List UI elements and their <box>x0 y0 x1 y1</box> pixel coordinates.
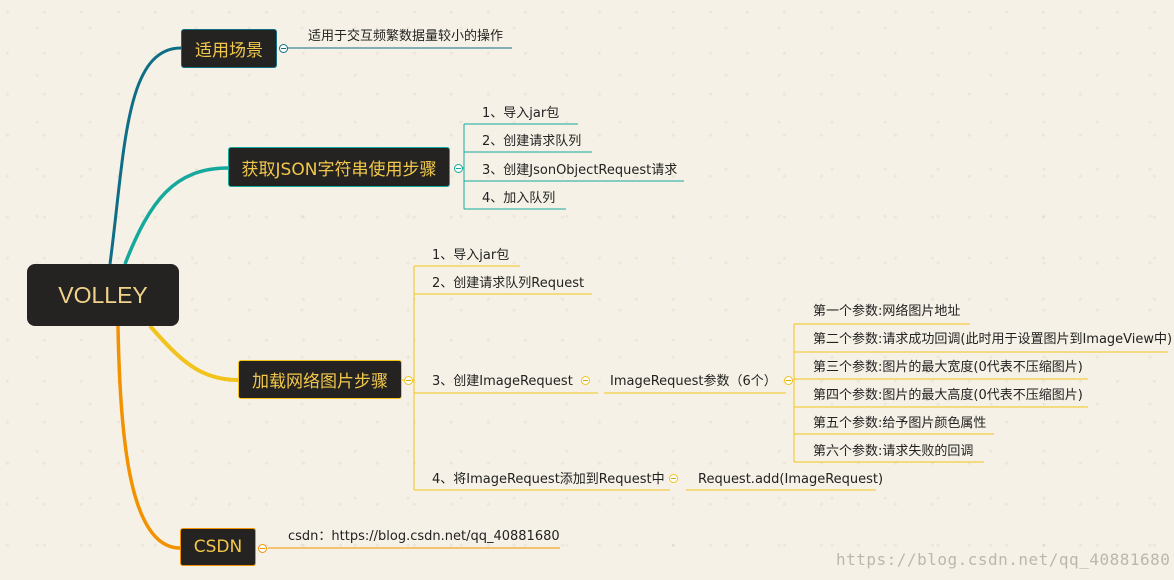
csdn-child-text[interactable]: csdn：https://blog.csdn.net/qq_40881680 <box>288 529 560 545</box>
image-add-call[interactable]: Request.add(ImageRequest) <box>698 472 883 488</box>
edge-root-image <box>148 324 239 382</box>
json-step-2[interactable]: 2、创建请求队列 <box>482 134 581 150</box>
branch-node-image[interactable]: 加载网络图片步骤 <box>238 360 402 399</box>
edge-root-json <box>123 166 229 265</box>
json-step-3[interactable]: 3、创建JsonObjectRequest请求 <box>482 163 677 179</box>
edge-root-csdn <box>116 325 181 550</box>
branch-node-json[interactable]: 获取JSON字符串使用步骤 <box>228 147 450 187</box>
image-step-1[interactable]: 1、导入jar包 <box>432 248 509 264</box>
scene-child-text[interactable]: 适用于交互频繁数据量较小的操作 <box>308 29 503 45</box>
collapse-toggle-params[interactable] <box>784 376 793 385</box>
param-4[interactable]: 第四个参数:图片的最大高度(0代表不压缩图片) <box>813 388 1083 404</box>
param-5[interactable]: 第五个参数:给予图片颜色属性 <box>813 416 986 432</box>
collapse-toggle-json[interactable] <box>454 164 463 173</box>
collapse-toggle-csdn[interactable] <box>258 544 267 553</box>
edge-image-bracket <box>413 265 426 491</box>
image-step-4[interactable]: 4、将ImageRequest添加到Request中 <box>432 472 665 488</box>
edge-root-scene <box>108 46 182 265</box>
json-step-1[interactable]: 1、导入jar包 <box>482 106 559 122</box>
param-3[interactable]: 第三个参数:图片的最大宽度(0代表不压缩图片) <box>813 360 1083 376</box>
branch-node-csdn[interactable]: CSDN <box>180 528 256 566</box>
root-node[interactable]: VOLLEY <box>27 264 179 326</box>
edge-json-bracket <box>463 123 476 210</box>
collapse-toggle-image-step3[interactable] <box>581 376 590 385</box>
branch-node-scene[interactable]: 适用场景 <box>181 29 277 68</box>
param-6[interactable]: 第六个参数:请求失败的回调 <box>813 444 973 460</box>
edge-params-bracket <box>793 323 806 463</box>
param-2[interactable]: 第二个参数:请求成功回调(此时用于设置图片到ImageView中) <box>813 332 1172 348</box>
image-params-label[interactable]: ImageRequest参数（6个） <box>610 374 777 390</box>
json-step-4[interactable]: 4、加入队列 <box>482 191 555 207</box>
watermark: https://blog.csdn.net/qq_40881680 <box>836 550 1171 569</box>
image-step-3[interactable]: 3、创建ImageRequest <box>432 374 573 390</box>
image-step-2[interactable]: 2、创建请求队列Request <box>432 276 584 292</box>
collapse-toggle-image[interactable] <box>404 376 413 385</box>
collapse-toggle-image-step4[interactable] <box>669 474 678 483</box>
param-1[interactable]: 第一个参数:网络图片地址 <box>813 304 960 320</box>
collapse-toggle-scene[interactable] <box>279 44 288 53</box>
